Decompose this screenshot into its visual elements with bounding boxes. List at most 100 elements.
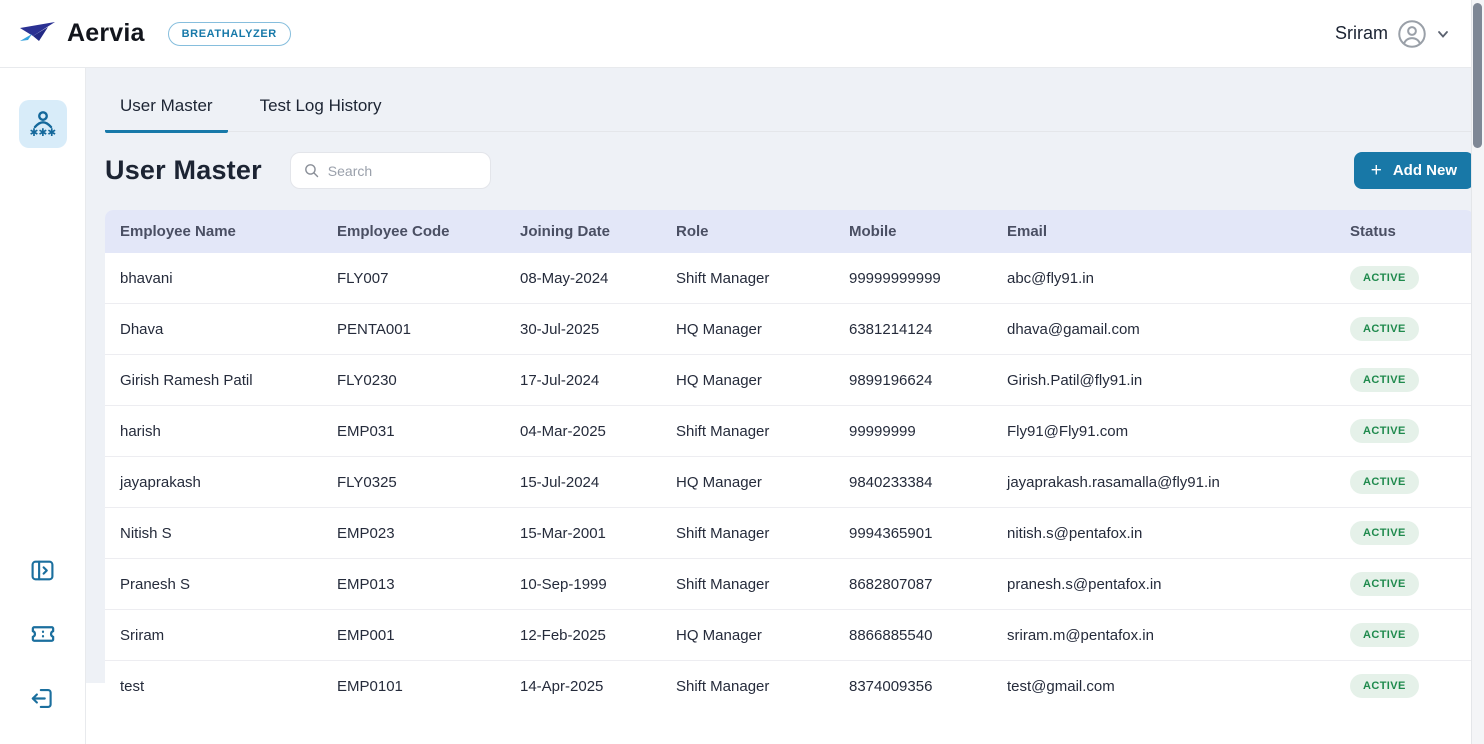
brand-name: Aervia xyxy=(67,19,145,48)
status-badge: ACTIVE xyxy=(1350,623,1419,647)
user-table-card: Employee NameEmployee CodeJoining DateRo… xyxy=(105,210,1474,711)
status-badge: ACTIVE xyxy=(1350,317,1419,341)
table-row: jayaprakashFLY032515-Jul-2024HQ Manager9… xyxy=(105,457,1474,508)
table-body: bhavaniFLY00708-May-2024Shift Manager999… xyxy=(105,253,1474,711)
cell-joining_date: 17-Jul-2024 xyxy=(505,355,661,406)
column-header-role: Role xyxy=(661,210,834,253)
cell-joining_date: 15-Jul-2024 xyxy=(505,457,661,508)
cell-status: ACTIVE xyxy=(1335,559,1474,610)
add-new-label: Add New xyxy=(1393,162,1457,179)
brand: Aervia BREATHALYZER xyxy=(18,19,291,49)
cell-role: Shift Manager xyxy=(661,406,834,457)
column-header-joining_date: Joining Date xyxy=(505,210,661,253)
cell-mobile: 8866885540 xyxy=(834,610,992,661)
cell-status: ACTIVE xyxy=(1335,304,1474,355)
expand-panel-icon xyxy=(29,557,56,584)
logout-icon xyxy=(29,685,56,712)
cell-name: jayaprakash xyxy=(105,457,322,508)
user-name: Sriram xyxy=(1335,23,1388,44)
cell-mobile: 8682807087 xyxy=(834,559,992,610)
cell-email: nitish.s@pentafox.in xyxy=(992,508,1335,559)
cell-email: pranesh.s@pentafox.in xyxy=(992,559,1335,610)
avatar-icon[interactable] xyxy=(1397,19,1427,49)
cell-mobile: 8374009356 xyxy=(834,661,992,712)
cell-mobile: 99999999999 xyxy=(834,253,992,304)
table-row: testEMP010114-Apr-2025Shift Manager83740… xyxy=(105,661,1474,712)
cell-code: EMP031 xyxy=(322,406,505,457)
column-header-status: Status xyxy=(1335,210,1474,253)
user-table: Employee NameEmployee CodeJoining DateRo… xyxy=(105,210,1474,711)
cell-email: Girish.Patil@fly91.in xyxy=(992,355,1335,406)
column-header-name: Employee Name xyxy=(105,210,322,253)
cell-role: Shift Manager xyxy=(661,508,834,559)
cell-code: EMP001 xyxy=(322,610,505,661)
cell-email: Fly91@Fly91.com xyxy=(992,406,1335,457)
cell-status: ACTIVE xyxy=(1335,253,1474,304)
cell-code: EMP013 xyxy=(322,559,505,610)
tab-test-log-history[interactable]: Test Log History xyxy=(245,94,397,133)
cell-name: Girish Ramesh Patil xyxy=(105,355,322,406)
cell-joining_date: 04-Mar-2025 xyxy=(505,406,661,457)
search-box[interactable] xyxy=(290,152,491,189)
sidebar-item-tickets[interactable] xyxy=(21,612,65,656)
cell-name: Nitish S xyxy=(105,508,322,559)
scrollbar-thumb[interactable] xyxy=(1473,3,1482,148)
table-row: Girish Ramesh PatilFLY023017-Jul-2024HQ … xyxy=(105,355,1474,406)
search-input[interactable] xyxy=(328,163,478,179)
cell-joining_date: 14-Apr-2025 xyxy=(505,661,661,712)
cell-email: dhava@gamail.com xyxy=(992,304,1335,355)
column-header-mobile: Mobile xyxy=(834,210,992,253)
cell-email: jayaprakash.rasamalla@fly91.in xyxy=(992,457,1335,508)
cell-role: HQ Manager xyxy=(661,304,834,355)
column-header-email: Email xyxy=(992,210,1335,253)
cell-role: HQ Manager xyxy=(661,457,834,508)
cell-name: harish xyxy=(105,406,322,457)
status-badge: ACTIVE xyxy=(1350,470,1419,494)
app-body: ✱✱✱ xyxy=(0,68,1484,744)
cell-email: test@gmail.com xyxy=(992,661,1335,712)
sidebar: ✱✱✱ xyxy=(0,68,86,744)
cell-code: FLY0325 xyxy=(322,457,505,508)
cell-email: abc@fly91.in xyxy=(992,253,1335,304)
cell-name: Dhava xyxy=(105,304,322,355)
cell-status: ACTIVE xyxy=(1335,508,1474,559)
main-content: User Master Test Log History User Master … xyxy=(86,68,1484,683)
cell-code: EMP023 xyxy=(322,508,505,559)
cell-joining_date: 08-May-2024 xyxy=(505,253,661,304)
cell-status: ACTIVE xyxy=(1335,610,1474,661)
breathalyzer-badge: BREATHALYZER xyxy=(168,22,291,46)
cell-mobile: 9899196624 xyxy=(834,355,992,406)
user-menu[interactable]: Sriram xyxy=(1335,19,1450,49)
add-new-button[interactable]: + Add New xyxy=(1354,152,1474,189)
sidebar-item-user-master[interactable]: ✱✱✱ xyxy=(19,100,67,148)
cell-role: Shift Manager xyxy=(661,661,834,712)
status-badge: ACTIVE xyxy=(1350,674,1419,698)
table-row: DhavaPENTA00130-Jul-2025HQ Manager638121… xyxy=(105,304,1474,355)
cell-mobile: 99999999 xyxy=(834,406,992,457)
search-icon xyxy=(303,162,320,179)
topbar: Aervia BREATHALYZER Sriram xyxy=(0,0,1484,68)
sidebar-item-logout[interactable] xyxy=(21,676,65,720)
ticket-icon xyxy=(29,620,57,648)
svg-text:✱✱✱: ✱✱✱ xyxy=(29,126,56,139)
table-row: Pranesh SEMP01310-Sep-1999Shift Manager8… xyxy=(105,559,1474,610)
cell-status: ACTIVE xyxy=(1335,406,1474,457)
sidebar-item-expand-panel[interactable] xyxy=(21,548,65,592)
cell-joining_date: 12-Feb-2025 xyxy=(505,610,661,661)
table-row: harishEMP03104-Mar-2025Shift Manager9999… xyxy=(105,406,1474,457)
cell-joining_date: 10-Sep-1999 xyxy=(505,559,661,610)
cell-code: EMP0101 xyxy=(322,661,505,712)
cell-name: Sriram xyxy=(105,610,322,661)
cell-code: PENTA001 xyxy=(322,304,505,355)
title-row: User Master + Add New xyxy=(105,152,1474,189)
cell-email: sriram.m@pentafox.in xyxy=(992,610,1335,661)
vertical-scrollbar xyxy=(1471,0,1484,744)
chevron-down-icon[interactable] xyxy=(1436,27,1450,41)
tab-bar: User Master Test Log History xyxy=(105,94,1474,132)
cell-role: Shift Manager xyxy=(661,559,834,610)
cell-mobile: 9840233384 xyxy=(834,457,992,508)
status-badge: ACTIVE xyxy=(1350,521,1419,545)
cell-role: HQ Manager xyxy=(661,355,834,406)
table-row: Nitish SEMP02315-Mar-2001Shift Manager99… xyxy=(105,508,1474,559)
tab-user-master[interactable]: User Master xyxy=(105,94,228,133)
